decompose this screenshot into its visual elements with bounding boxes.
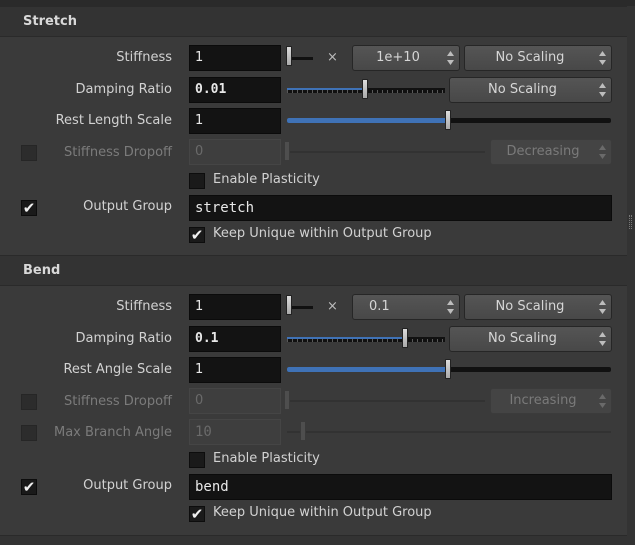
bend-enable-plasticity-label: Enable Plasticity <box>213 451 320 466</box>
bend-enable-plasticity-checkbox[interactable] <box>189 452 205 468</box>
bend-section-title: Bend <box>23 263 61 278</box>
stretch-stiffness-dropoff-label: Stiffness Dropoff <box>63 145 172 160</box>
bend-stiffness-label: Stiffness <box>116 299 172 314</box>
up-down-arrows-icon <box>599 83 606 97</box>
bend-damping-label: Damping Ratio <box>75 331 172 346</box>
bend-damping-scaling-dropdown[interactable]: No Scaling <box>449 326 612 352</box>
stretch-rest-length-label: Rest Length Scale <box>55 113 172 128</box>
stretch-stiffness-slider-handle[interactable] <box>286 46 292 66</box>
stretch-stiffness-scaling-dropdown[interactable]: No Scaling <box>464 45 612 71</box>
scrollbar-track[interactable] <box>627 6 635 545</box>
stretch-stiffness-dropoff-slider-handle[interactable] <box>284 141 290 161</box>
bend-max-branch-angle-label: Max Branch Angle <box>54 425 172 440</box>
stretch-stiffness-label: Stiffness <box>116 50 172 65</box>
stretch-keep-unique-checkbox[interactable]: ✔ <box>189 227 205 243</box>
bend-stiffness-exponent-value: 0.1 <box>369 299 390 314</box>
bend-multiply-symbol: × <box>327 299 338 314</box>
up-down-arrows-icon <box>447 300 454 314</box>
bend-damping-slider-track[interactable] <box>287 337 445 342</box>
bend-rest-angle-slider-handle[interactable] <box>445 359 451 379</box>
stretch-damping-slider-handle[interactable] <box>362 79 368 99</box>
up-down-arrows-icon <box>599 300 606 314</box>
next-section-header[interactable] <box>0 535 627 545</box>
stretch-keep-unique-label: Keep Unique within Output Group <box>213 226 432 241</box>
stretch-damping-label: Damping Ratio <box>75 82 172 97</box>
stretch-stiffness-dropoff-field[interactable]: 0 <box>189 139 281 165</box>
bend-stiffness-dropoff-mode-dropdown[interactable]: Increasing <box>490 388 612 414</box>
stretch-stiffness-dropoff-mode-value: Decreasing <box>506 144 580 159</box>
stretch-multiply-symbol: × <box>327 50 338 65</box>
bend-stiffness-dropoff-field[interactable]: 0 <box>189 388 281 414</box>
bend-stiffness-slider-handle[interactable] <box>286 295 292 315</box>
stretch-stiffness-slider-track[interactable] <box>291 57 313 60</box>
stretch-enable-plasticity-label: Enable Plasticity <box>213 172 320 187</box>
stretch-stiffness-exponent-value: 1e+10 <box>376 50 420 65</box>
stretch-stiffness-field[interactable]: 1 <box>189 45 281 71</box>
up-down-arrows-icon <box>599 145 606 159</box>
stretch-output-group-field[interactable]: stretch <box>189 195 612 221</box>
bend-max-branch-angle-field[interactable]: 10 <box>189 419 281 445</box>
up-down-arrows-icon <box>599 332 606 346</box>
bend-rest-angle-label: Rest Angle Scale <box>63 362 172 377</box>
scrollbar-grip-icon[interactable] <box>629 215 632 229</box>
bend-damping-field[interactable]: 0.1 <box>189 326 281 352</box>
stretch-damping-field[interactable]: 0.01 <box>189 77 281 103</box>
stretch-section-header[interactable]: Stretch <box>0 6 627 37</box>
bend-stiffness-dropoff-mode-value: Increasing <box>509 393 577 408</box>
bend-rest-angle-field[interactable]: 1 <box>189 357 281 383</box>
stretch-stiffness-dropoff-mode-dropdown[interactable]: Decreasing <box>490 139 612 165</box>
stretch-rest-length-field[interactable]: 1 <box>189 108 281 134</box>
stretch-output-group-label: Output Group <box>83 199 172 214</box>
stretch-section-title: Stretch <box>23 14 77 29</box>
bend-max-branch-angle-slider-handle[interactable] <box>300 421 306 441</box>
bend-max-branch-angle-slider-track[interactable] <box>287 431 611 433</box>
bend-section-header[interactable]: Bend <box>0 255 627 286</box>
up-down-arrows-icon <box>447 51 454 65</box>
bend-rest-angle-slider-fill <box>287 367 449 372</box>
bend-stiffness-dropoff-slider-track[interactable] <box>287 400 485 402</box>
bend-output-group-field[interactable]: bend <box>189 474 612 500</box>
bend-output-group-label: Output Group <box>83 478 172 493</box>
bend-keep-unique-label: Keep Unique within Output Group <box>213 505 432 520</box>
bend-stiffness-scaling-value: No Scaling <box>495 299 565 314</box>
stretch-damping-scaling-value: No Scaling <box>488 82 557 97</box>
bend-stiffness-exponent-dropdown[interactable]: 0.1 <box>352 294 460 320</box>
bend-damping-slider-handle[interactable] <box>402 328 408 348</box>
bend-stiffness-scaling-dropdown[interactable]: No Scaling <box>464 294 612 320</box>
bend-stiffness-dropoff-label: Stiffness Dropoff <box>63 394 172 409</box>
stretch-rest-length-slider-fill <box>287 118 449 123</box>
stretch-stiffness-exponent-dropdown[interactable]: 1e+10 <box>352 45 460 71</box>
bend-stiffness-slider-track[interactable] <box>291 306 313 309</box>
stretch-enable-plasticity-checkbox[interactable] <box>189 173 205 189</box>
stretch-damping-scaling-dropdown[interactable]: No Scaling <box>449 77 612 103</box>
up-down-arrows-icon <box>599 394 606 408</box>
stretch-rest-length-slider-handle[interactable] <box>445 110 451 130</box>
bend-damping-slider-ticks <box>287 339 445 342</box>
stretch-stiffness-dropoff-slider-track[interactable] <box>287 151 485 153</box>
bend-damping-scaling-value: No Scaling <box>488 331 557 346</box>
bend-stiffness-field[interactable]: 1 <box>189 294 281 320</box>
up-down-arrows-icon <box>599 51 606 65</box>
bend-stiffness-dropoff-slider-handle[interactable] <box>284 390 290 410</box>
bend-keep-unique-checkbox[interactable]: ✔ <box>189 506 205 522</box>
stretch-stiffness-scaling-value: No Scaling <box>495 50 565 65</box>
